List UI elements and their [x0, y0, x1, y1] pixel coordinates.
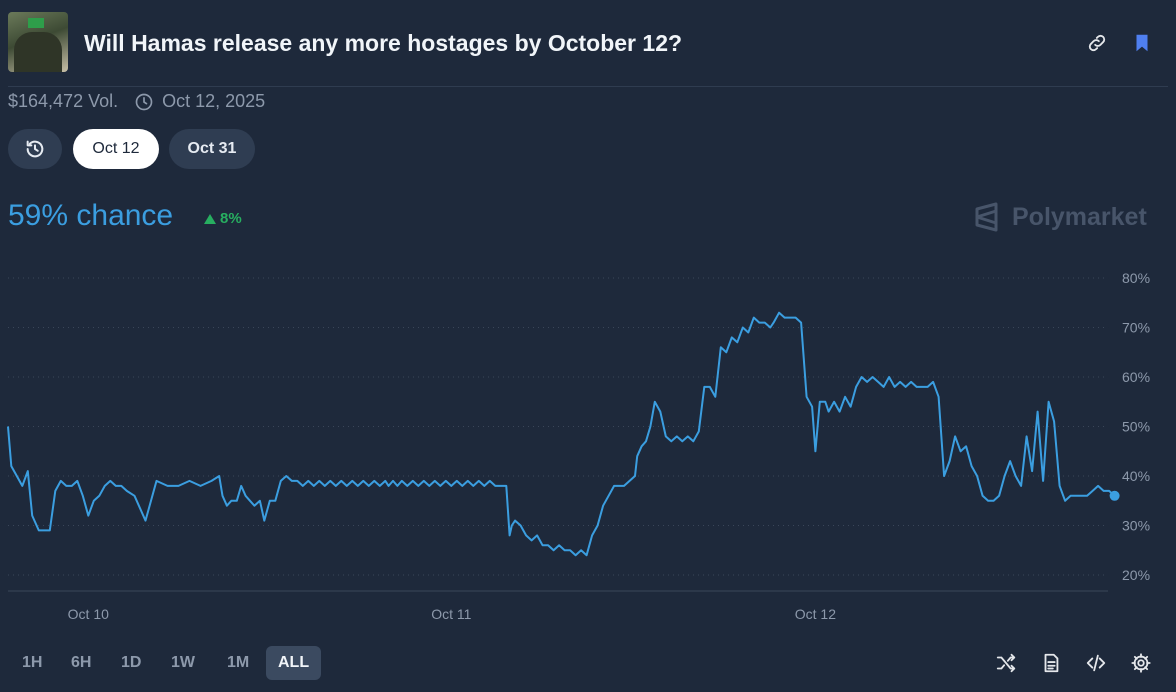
- y-tick-label: 50%: [1122, 419, 1150, 435]
- document-icon[interactable]: [1040, 652, 1062, 674]
- embed-code-icon[interactable]: [1085, 652, 1107, 674]
- x-tick-label: Oct 10: [68, 606, 109, 622]
- market-title: Will Hamas release any more hostages by …: [84, 30, 683, 56]
- y-tick-label: 70%: [1122, 320, 1150, 336]
- range-all[interactable]: ALL: [266, 646, 322, 680]
- range-1w[interactable]: 1W: [159, 646, 207, 680]
- brand-name: Polymarket: [1012, 202, 1147, 231]
- range-1h[interactable]: 1H: [10, 646, 54, 680]
- shuffle-icon[interactable]: [995, 652, 1017, 674]
- y-tick-label: 60%: [1122, 369, 1150, 385]
- price-line: [7, 311, 1116, 557]
- polymarket-logo: Polymarket: [972, 202, 1147, 232]
- market-meta: $164,472 Vol. Oct 12, 2025: [8, 91, 265, 112]
- change-badge: 8%: [204, 210, 242, 227]
- y-tick-label: 40%: [1122, 468, 1150, 484]
- y-tick-label: 20%: [1122, 567, 1150, 583]
- history-button[interactable]: [8, 129, 62, 169]
- date-tab-oct-12[interactable]: Oct 12: [73, 129, 159, 169]
- change-value: 8%: [220, 210, 242, 227]
- last-price-dot: [1109, 490, 1120, 501]
- range-6h[interactable]: 6H: [59, 646, 103, 680]
- settings-icon[interactable]: [1130, 652, 1152, 674]
- polymarket-logo-icon: [975, 202, 998, 232]
- market-header: Will Hamas release any more hostages by …: [8, 12, 1168, 74]
- end-date-text: Oct 12, 2025: [162, 91, 266, 111]
- x-tick-label: Oct 12: [795, 606, 836, 622]
- date-tab-oct-31[interactable]: Oct 31: [169, 129, 255, 169]
- flag-graphic: [28, 18, 44, 28]
- header-divider: [8, 86, 1168, 87]
- history-icon: [26, 140, 44, 158]
- range-1m[interactable]: 1M: [215, 646, 261, 680]
- range-1d[interactable]: 1D: [109, 646, 153, 680]
- triangle-up-icon: [204, 213, 216, 224]
- y-tick-label: 30%: [1122, 518, 1150, 534]
- figure-graphic: [14, 32, 62, 72]
- y-tick-label: 80%: [1122, 270, 1150, 286]
- clock-icon: [135, 93, 153, 110]
- market-image: [8, 12, 68, 72]
- link-icon[interactable]: [1086, 32, 1108, 54]
- volume-text: $164,472 Vol.: [8, 91, 119, 111]
- chance-value: 59% chance: [8, 199, 174, 232]
- price-chart[interactable]: 20% 30% 40% 50% 60% 70% 80% Oct 10 Oct 11 Oct 12: [0, 250, 1176, 630]
- x-tick-label: Oct 11: [431, 606, 471, 622]
- bookmark-icon[interactable]: [1131, 32, 1153, 54]
